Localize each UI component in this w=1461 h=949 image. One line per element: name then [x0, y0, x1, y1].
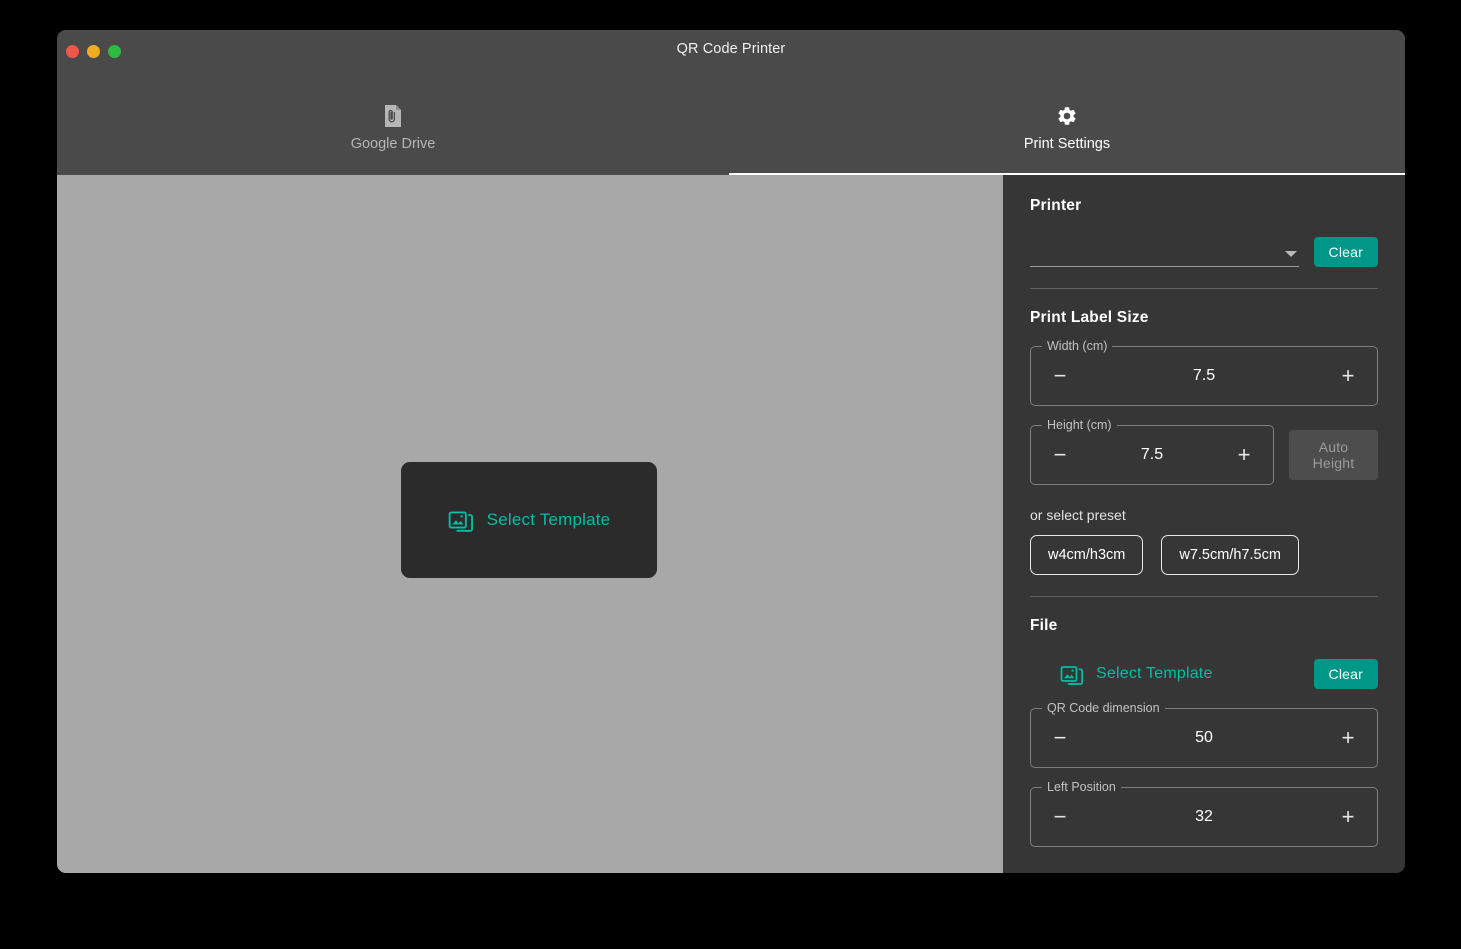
height-decrement-button[interactable]: −	[1047, 444, 1073, 466]
file-section-title: File	[1030, 617, 1058, 634]
title-bar: QR Code Printer	[57, 30, 1405, 74]
file-clear-button[interactable]: Clear	[1313, 659, 1378, 689]
file-select-template-button[interactable]: Select Template	[1060, 662, 1213, 686]
left-position-value[interactable]: 32	[1073, 808, 1335, 826]
tab-print-settings-label: Print Settings	[1023, 136, 1111, 152]
printer-clear-button[interactable]: Clear	[1313, 237, 1378, 267]
height-row: Height (cm) − 7.5 + Auto Height	[1030, 406, 1378, 485]
attach-file-icon	[383, 103, 403, 129]
left-position-legend: Left Position	[1042, 780, 1121, 794]
printer-row: Clear	[1030, 237, 1378, 267]
height-increment-button[interactable]: +	[1231, 444, 1257, 466]
gear-icon	[1056, 103, 1078, 129]
file-divider	[1030, 596, 1378, 597]
print-label-size-title: Print Label Size	[1030, 309, 1149, 326]
printer-select[interactable]	[1030, 237, 1299, 267]
window-body: Select Template Printer Clear Print Labe…	[57, 175, 1405, 873]
print-settings-panel: Printer Clear Print Label Size Width (cm…	[1003, 175, 1405, 873]
printer-divider	[1030, 288, 1378, 289]
width-value[interactable]: 7.5	[1073, 367, 1335, 385]
left-position-increment-button[interactable]: +	[1335, 806, 1361, 828]
qr-dimension-decrement-button[interactable]: −	[1047, 727, 1073, 749]
tab-print-settings[interactable]: Print Settings	[729, 74, 1405, 175]
qr-dimension-value[interactable]: 50	[1073, 729, 1335, 747]
tab-google-drive-label: Google Drive	[350, 136, 436, 152]
file-select-template-label: Select Template	[1096, 665, 1213, 682]
photo-library-icon	[448, 507, 474, 533]
qr-dimension-stepper: QR Code dimension − 50 +	[1030, 701, 1378, 768]
desktop-backdrop: QR Code Printer Google Drive Print Setti…	[0, 0, 1461, 949]
height-value[interactable]: 7.5	[1073, 446, 1231, 464]
width-stepper: Width (cm) − 7.5 +	[1030, 339, 1378, 406]
height-legend: Height (cm)	[1042, 418, 1117, 432]
height-stepper: Height (cm) − 7.5 +	[1030, 418, 1274, 485]
preset-button-w75h75[interactable]: w7.5cm/h7.5cm	[1161, 535, 1299, 575]
preset-button-w4h3[interactable]: w4cm/h3cm	[1030, 535, 1144, 575]
width-legend: Width (cm)	[1042, 339, 1113, 353]
preset-label: or select preset	[1030, 507, 1126, 523]
qr-dimension-increment-button[interactable]: +	[1335, 727, 1361, 749]
tab-bar: Google Drive Print Settings	[57, 74, 1405, 175]
select-template-card[interactable]: Select Template	[401, 462, 657, 578]
left-position-decrement-button[interactable]: −	[1047, 806, 1073, 828]
left-position-stepper: Left Position − 32 +	[1030, 780, 1378, 847]
file-row: Select Template Clear	[1030, 659, 1378, 689]
printer-section-title: Printer	[1030, 197, 1082, 214]
select-template-card-label: Select Template	[486, 510, 611, 529]
auto-height-button[interactable]: Auto Height	[1289, 430, 1378, 480]
photo-library-icon	[1060, 662, 1084, 686]
preset-buttons: w4cm/h3cm w7.5cm/h7.5cm	[1030, 535, 1378, 575]
width-decrement-button[interactable]: −	[1047, 365, 1073, 387]
chevron-down-icon	[1284, 251, 1297, 257]
qr-dimension-legend: QR Code dimension	[1042, 701, 1165, 715]
width-increment-button[interactable]: +	[1335, 365, 1361, 387]
preview-pane: Select Template	[57, 175, 1003, 873]
window-title: QR Code Printer	[676, 41, 786, 57]
app-window: QR Code Printer Google Drive Print Setti…	[57, 30, 1405, 873]
tab-google-drive[interactable]: Google Drive	[57, 74, 729, 175]
